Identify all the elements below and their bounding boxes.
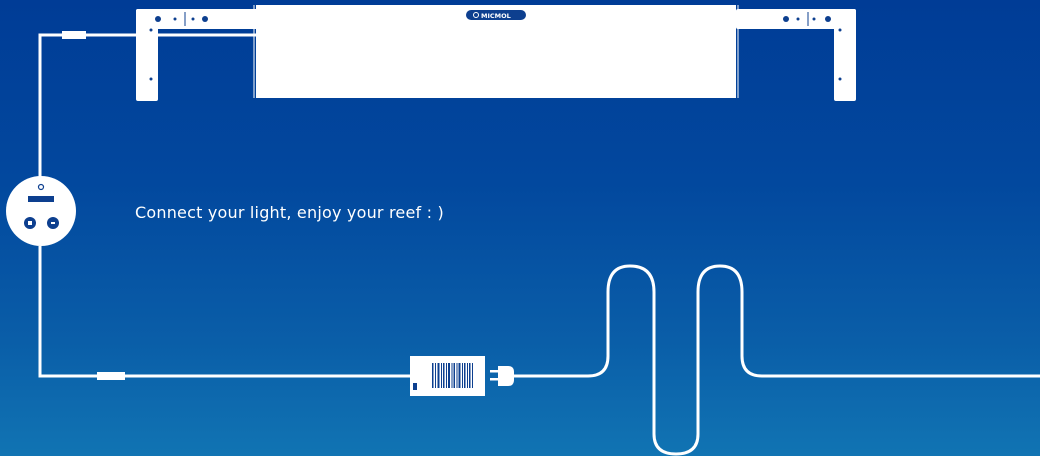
cable-connector-bottom (97, 372, 125, 380)
right-mount-bracket (736, 9, 856, 101)
tagline-text: Connect your light, enjoy your reef : ) (135, 203, 444, 222)
power-cord (514, 264, 1040, 456)
controller-icon (6, 176, 76, 246)
plug-icon (490, 366, 514, 386)
setup-illustration: MICMOL Connect your light, enjoy your re… (0, 0, 1040, 456)
brand-logo-text: MICMOL (481, 12, 511, 20)
setup-diagram: MICMOL (6, 5, 1040, 456)
power-adapter-icon (410, 356, 485, 396)
cable-connector-top (62, 31, 86, 39)
left-mount-bracket (136, 9, 258, 101)
controller-cable (38, 246, 412, 378)
